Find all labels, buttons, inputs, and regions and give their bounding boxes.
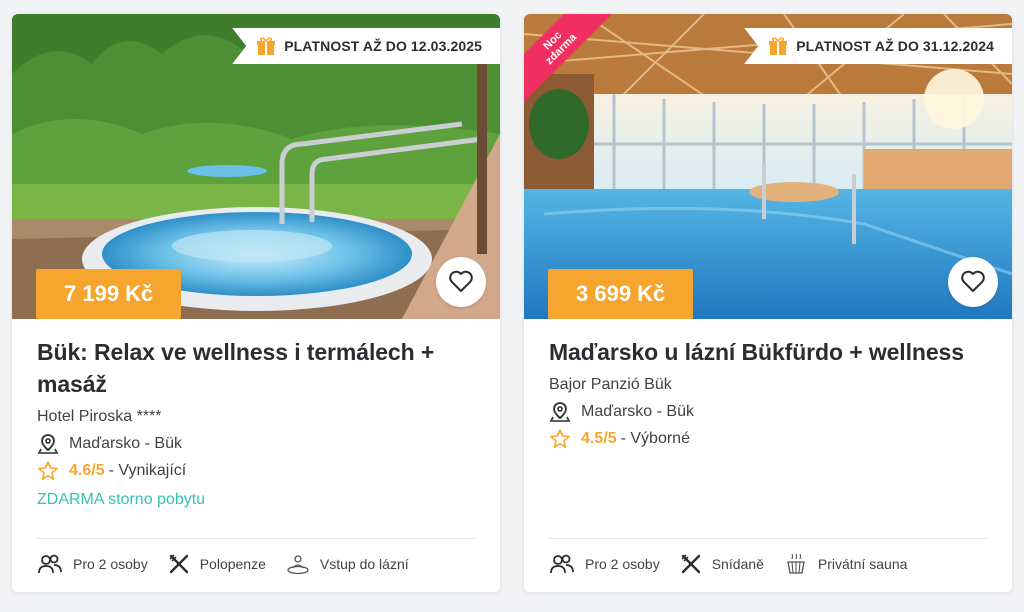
favorite-button[interactable] (948, 257, 998, 307)
divider (37, 538, 476, 539)
amenity-label: Pro 2 osoby (585, 556, 660, 572)
amenity-label: Pro 2 osoby (73, 556, 148, 572)
rating-text: - Vynikající (108, 462, 187, 479)
rating-row: 4.5/5 - Výborné (549, 428, 988, 450)
location-pin-icon (549, 401, 575, 423)
free-cancellation-label: ZDARMA storno pobytu (37, 491, 206, 508)
rating-value: 4.6/5 (69, 462, 105, 479)
validity-text: PLATNOST AŽ DO 12.03.2025 (284, 38, 482, 54)
validity-badge: PLATNOST AŽ DO 31.12.2024 (744, 28, 1012, 64)
star-icon (37, 460, 63, 482)
amenity-label: Privátní sauna (817, 556, 908, 572)
offer-title[interactable]: Maďarsko u lázní Bükfürdo + wellness (549, 336, 988, 368)
amenity-sauna: Privátní sauna (784, 553, 908, 575)
gift-icon (256, 36, 276, 56)
ribbon-line-1: Noc (541, 29, 565, 53)
gift-icon (768, 36, 788, 56)
validity-badge: PLATNOST AŽ DO 12.03.2025 (232, 28, 500, 64)
validity-text: PLATNOST AŽ DO 31.12.2024 (796, 38, 994, 54)
price-tag: 3 699 Kč (548, 269, 694, 319)
location-pin-icon (37, 433, 63, 455)
offer-photo-outdoor-pool: PLATNOST AŽ DO 12.03.2025 7 199 Kč (12, 14, 500, 319)
rating-text: - Výborné (620, 430, 690, 447)
rating-value: 4.5/5 (581, 430, 617, 447)
rating-row: 4.6/5 - Vynikající (37, 460, 476, 482)
heart-icon (449, 270, 473, 292)
amenity-label: Vstup do lázní (319, 556, 409, 572)
offer-title[interactable]: Bük: Relax ve wellness i termálech + mas… (37, 336, 476, 400)
location-row: Maďarsko - Bük (37, 433, 476, 455)
cutlery-icon (680, 553, 702, 575)
people-icon (37, 553, 63, 575)
free-night-ribbon: Noc zdarma (524, 14, 624, 114)
amenity-board: Polopenze (168, 553, 266, 575)
hotel-name: Bajor Panzió Bük (549, 376, 672, 393)
favorite-button[interactable] (436, 257, 486, 307)
amenity-board: Snídaně (680, 553, 764, 575)
location-text: Maďarsko - Bük (581, 403, 694, 420)
price-tag: 7 199 Kč (36, 269, 182, 319)
amenity-spa: Vstup do lázní (286, 553, 409, 575)
amenity-label: Polopenze (199, 556, 266, 572)
heart-icon (961, 270, 985, 292)
offer-photo-indoor-pool: Noc zdarma PLATNOST AŽ DO 31.12.2024 3 6… (524, 14, 1012, 319)
hotel-name: Hotel Piroska **** (37, 408, 162, 425)
amenity-label: Snídaně (711, 556, 764, 572)
people-icon (549, 553, 575, 575)
amenities-row: Pro 2 osoby Snídaně Privátní sauna (549, 550, 992, 578)
amenity-persons: Pro 2 osoby (37, 553, 148, 575)
sauna-icon (784, 553, 808, 575)
location-text: Maďarsko - Bük (69, 435, 182, 452)
spa-icon (286, 553, 310, 575)
star-icon (549, 428, 575, 450)
offer-card-bukfurdo[interactable]: Noc zdarma PLATNOST AŽ DO 31.12.2024 3 6… (524, 14, 1012, 592)
divider (549, 538, 988, 539)
location-row: Maďarsko - Bük (549, 401, 988, 423)
cutlery-icon (168, 553, 190, 575)
amenity-persons: Pro 2 osoby (549, 553, 660, 575)
offer-card-bukrelax[interactable]: PLATNOST AŽ DO 12.03.2025 7 199 Kč Bük: … (12, 14, 500, 592)
amenities-row: Pro 2 osoby Polopenze Vstup do lázní (37, 550, 480, 578)
